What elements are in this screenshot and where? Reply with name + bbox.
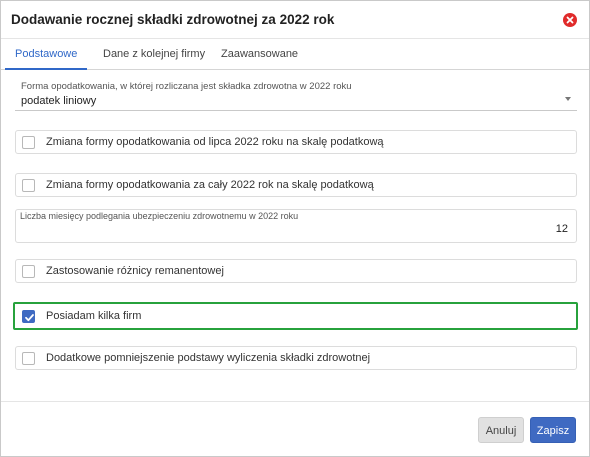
cancel-button[interactable]: Anuluj: [478, 417, 524, 443]
checkbox-label: Posiadam kilka firm: [46, 310, 142, 322]
checkbox-row-reduction[interactable]: Dodatkowe pomniejszenie podstawy wylicze…: [15, 346, 577, 370]
checkbox-row-change-year[interactable]: Zmiana formy opodatkowania za cały 2022 …: [15, 173, 577, 197]
months-field[interactable]: Liczba miesięcy podlegania ubezpieczeniu…: [15, 209, 577, 243]
tax-form-select[interactable]: Forma opodatkowania, w której rozliczana…: [15, 81, 577, 111]
dialog-content: Forma opodatkowania, w której rozliczana…: [1, 71, 589, 401]
checkbox-change-year[interactable]: [22, 179, 35, 192]
checkbox-row-multiple-firms[interactable]: Posiadam kilka firm: [13, 302, 578, 330]
dialog-header: Dodawanie rocznej składki zdrowotnej za …: [1, 1, 589, 39]
checkmark-icon: [25, 314, 34, 322]
months-value[interactable]: 12: [556, 223, 568, 235]
save-button[interactable]: Zapisz: [530, 417, 576, 443]
checkbox-label: Zastosowanie różnicy remanentowej: [46, 265, 224, 277]
tax-form-value: podatek liniowy: [21, 95, 97, 107]
tab-bar: Podstawowe Dane z kolejnej firmy Zaawans…: [1, 39, 589, 70]
checkbox-change-july[interactable]: [22, 136, 35, 149]
dialog-title: Dodawanie rocznej składki zdrowotnej za …: [11, 12, 335, 27]
checkbox-label: Dodatkowe pomniejszenie podstawy wylicze…: [46, 352, 371, 364]
checkbox-row-change-july[interactable]: Zmiana formy opodatkowania od lipca 2022…: [15, 130, 577, 154]
dialog: Dodawanie rocznej składki zdrowotnej za …: [0, 0, 590, 457]
tab-dane-z-kolejnej-firmy[interactable]: Dane z kolejnej firmy: [93, 39, 215, 70]
chevron-down-icon[interactable]: [565, 97, 571, 101]
checkbox-label: Zmiana formy opodatkowania za cały 2022 …: [46, 179, 374, 191]
close-icon[interactable]: [563, 13, 577, 27]
tax-form-label: Forma opodatkowania, w której rozliczana…: [21, 81, 352, 92]
checkbox-label: Zmiana formy opodatkowania od lipca 2022…: [46, 136, 384, 148]
months-label: Liczba miesięcy podlegania ubezpieczeniu…: [20, 211, 299, 221]
checkbox-reduction[interactable]: [22, 352, 35, 365]
tab-podstawowe[interactable]: Podstawowe: [5, 39, 88, 70]
checkbox-remanent[interactable]: [22, 265, 35, 278]
dialog-footer: Anuluj Zapisz: [1, 401, 589, 456]
checkbox-multiple-firms[interactable]: [22, 310, 35, 323]
checkbox-row-remanent[interactable]: Zastosowanie różnicy remanentowej: [15, 259, 577, 283]
tab-zaawansowane[interactable]: Zaawansowane: [211, 39, 308, 70]
